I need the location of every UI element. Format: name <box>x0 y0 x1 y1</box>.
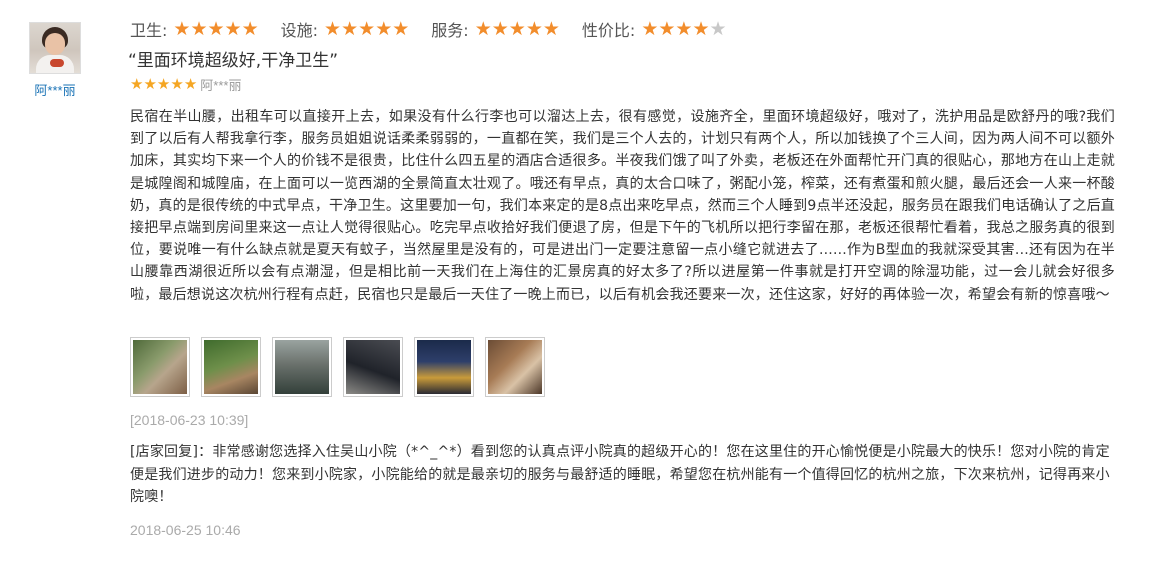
star-filled-icon: ★ <box>241 17 259 40</box>
review-photo-thumbnail[interactable] <box>485 337 545 397</box>
star-filled-icon: ★ <box>207 17 225 40</box>
star-filled-icon: ★ <box>130 75 144 93</box>
reviewer-profile: 阿***丽 <box>22 22 88 99</box>
star-rating: ★ ★ ★ ★ ★ <box>641 17 727 40</box>
star-filled-icon: ★ <box>641 17 659 40</box>
star-empty-icon: ★ <box>709 17 727 40</box>
star-filled-icon: ★ <box>525 17 543 40</box>
star-filled-icon: ★ <box>170 75 184 93</box>
rating-label: 设施: <box>280 21 319 40</box>
star-filled-icon: ★ <box>392 17 410 40</box>
rating-label: 服务: <box>431 21 469 40</box>
star-filled-icon: ★ <box>143 75 157 93</box>
rating-value: 性价比: ★ ★ ★ ★ ★ <box>582 17 727 41</box>
star-filled-icon: ★ <box>183 75 198 93</box>
star-filled-icon: ★ <box>173 17 191 40</box>
review-meta: ★ ★ ★ ★ ★ 阿***丽 <box>130 75 241 94</box>
review-body: 民宿在半山腰，出租车可以直接开上去，如果没有什么行李也可以溜达上去，很有感觉，设… <box>130 109 1115 303</box>
review-photos <box>130 337 556 397</box>
rating-hygiene: 卫生: ★ ★ ★ ★ ★ <box>130 17 259 41</box>
review-photo-thumbnail[interactable] <box>343 337 403 397</box>
review-photo-thumbnail[interactable] <box>272 337 332 397</box>
overall-star-rating: ★ ★ ★ ★ ★ <box>130 77 197 92</box>
star-filled-icon: ★ <box>474 17 492 40</box>
star-filled-icon: ★ <box>358 17 376 40</box>
reviewer-name[interactable]: 阿***丽 <box>22 80 88 99</box>
rating-label: 性价比: <box>581 21 636 40</box>
rating-facilities: 设施: ★ ★ ★ ★ ★ <box>281 17 410 41</box>
star-filled-icon: ★ <box>224 17 242 40</box>
review-photo-thumbnail[interactable] <box>130 337 190 397</box>
star-filled-icon: ★ <box>542 17 560 40</box>
category-ratings: 卫生: ★ ★ ★ ★ ★ 设施: ★ ★ ★ ★ ★ 服务: ★ ★ ★ ★ ★ 性价比: ★ ★ ★ ★ ★ <box>130 16 749 42</box>
star-filled-icon: ★ <box>508 17 526 40</box>
rating-label: 卫生: <box>130 21 168 40</box>
star-filled-icon: ★ <box>675 17 693 40</box>
star-rating: ★ ★ ★ ★ ★ <box>474 17 560 40</box>
review-title: “里面环境超级好,干净卫生” <box>128 51 339 71</box>
rating-service: 服务: ★ ★ ★ ★ ★ <box>431 17 560 41</box>
hotel-reply: [店家回复]：非常感谢您选择入住吴山小院（*^_^*）看到您的认真点评小院真的超… <box>130 444 1110 506</box>
star-filled-icon: ★ <box>692 17 710 40</box>
review-photo-thumbnail[interactable] <box>201 337 261 397</box>
star-filled-icon: ★ <box>375 17 393 40</box>
star-filled-icon: ★ <box>341 17 359 40</box>
avatar[interactable] <box>29 22 81 74</box>
star-rating: ★ ★ ★ ★ ★ <box>324 17 410 40</box>
star-filled-icon: ★ <box>156 75 171 93</box>
star-filled-icon: ★ <box>324 17 342 40</box>
star-filled-icon: ★ <box>658 17 676 40</box>
star-filled-icon: ★ <box>491 17 509 40</box>
star-filled-icon: ★ <box>190 17 208 40</box>
review-author: 阿***丽 <box>200 78 242 93</box>
review-date: [2018-06-23 10:39] <box>130 412 249 428</box>
review-photo-thumbnail[interactable] <box>414 337 474 397</box>
star-rating: ★ ★ ★ ★ ★ <box>173 17 259 40</box>
reply-date: 2018-06-25 10:46 <box>130 522 241 538</box>
